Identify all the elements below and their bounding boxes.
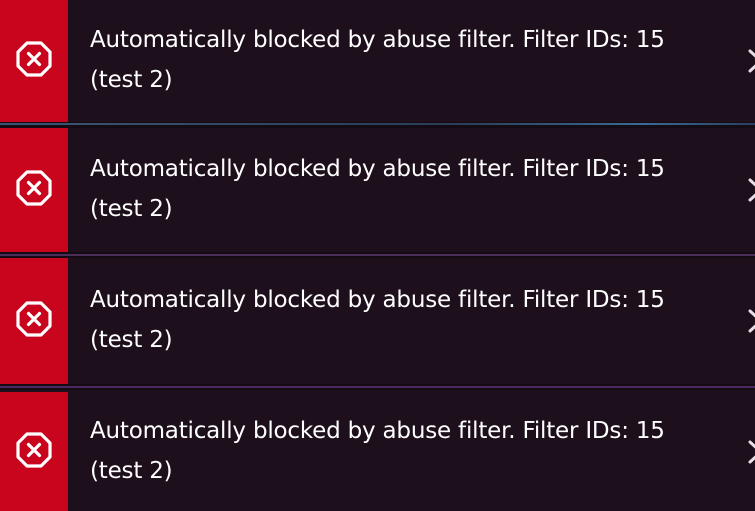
- close-icon[interactable]: [747, 439, 755, 465]
- notification-message: Automatically blocked by abuse filter. F…: [90, 287, 665, 353]
- notification-divider: [0, 384, 755, 390]
- error-stripe: [0, 128, 68, 252]
- notification-body: Automatically blocked by abuse filter. F…: [68, 0, 755, 122]
- notification-message: Automatically blocked by abuse filter. F…: [90, 156, 665, 222]
- error-stripe: [0, 258, 68, 384]
- close-icon[interactable]: [747, 308, 755, 334]
- error-circle-x-icon: [16, 431, 52, 472]
- notification-stack: Automatically blocked by abuse filter. F…: [0, 0, 755, 511]
- error-circle-x-icon: [16, 170, 52, 210]
- error-notification: Automatically blocked by abuse filter. F…: [0, 392, 755, 511]
- error-notification: Automatically blocked by abuse filter. F…: [0, 258, 755, 384]
- close-icon[interactable]: [747, 48, 755, 74]
- notification-message: Automatically blocked by abuse filter. F…: [90, 417, 665, 484]
- notification-message: Automatically blocked by abuse filter. F…: [90, 27, 665, 93]
- error-stripe: [0, 392, 68, 511]
- error-circle-x-icon: [16, 41, 52, 81]
- error-notification: Automatically blocked by abuse filter. F…: [0, 128, 755, 252]
- notification-body: Automatically blocked by abuse filter. F…: [68, 392, 755, 511]
- error-notification: Automatically blocked by abuse filter. F…: [0, 0, 755, 122]
- error-stripe: [0, 0, 68, 122]
- notification-body: Automatically blocked by abuse filter. F…: [68, 128, 755, 252]
- notification-body: Automatically blocked by abuse filter. F…: [68, 258, 755, 384]
- close-icon[interactable]: [747, 177, 755, 203]
- error-circle-x-icon: [16, 301, 52, 341]
